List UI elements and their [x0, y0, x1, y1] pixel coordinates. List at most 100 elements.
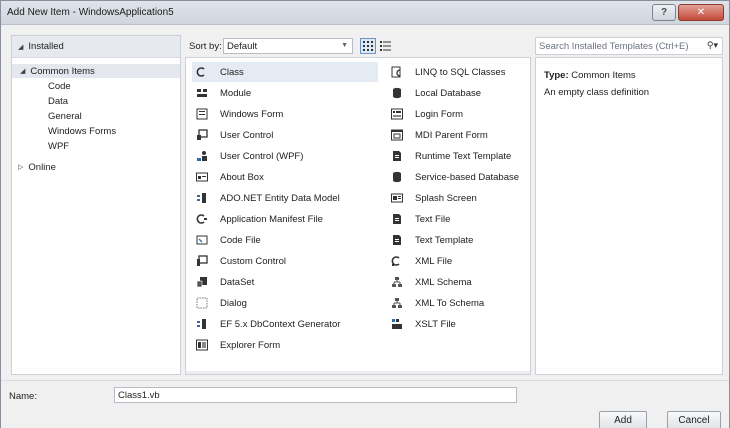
template-label: LINQ to SQL Classes [415, 66, 506, 78]
tree-label: General [48, 110, 82, 122]
template-item[interactable]: Runtime Text Template [391, 146, 511, 166]
text-template-icon [391, 234, 403, 246]
collapse-triangle-icon[interactable]: ◢ [18, 43, 23, 51]
tree-label: WPF [48, 140, 70, 152]
template-label: Splash Screen [415, 192, 477, 204]
template-item[interactable]: Dialog [192, 293, 247, 313]
template-label: Module [220, 87, 252, 99]
tree-node-common-items[interactable]: ◢ Common Items [12, 64, 180, 78]
template-label: Local Database [415, 87, 482, 99]
template-label: Login Form [415, 108, 464, 120]
medium-icons-view-button[interactable] [360, 38, 376, 54]
list-view-button[interactable] [377, 38, 393, 54]
form-icon [196, 108, 208, 120]
template-label: About Box [220, 171, 264, 183]
template-item[interactable]: Text File [391, 209, 450, 229]
help-button[interactable]: ? [652, 4, 676, 21]
template-label: DataSet [220, 276, 255, 288]
search-box: ⚲▾ [535, 37, 723, 55]
title-bar: Add New Item - WindowsApplication5 ? ✕ [1, 1, 729, 25]
template-label: Code File [220, 234, 261, 246]
tree-label: Windows Forms [48, 125, 117, 137]
template-item[interactable]: Class [192, 62, 378, 82]
type-label: Type: [544, 70, 569, 81]
template-label: User Control (WPF) [220, 150, 304, 162]
type-row: Type: Common Items [544, 70, 636, 81]
template-label: Runtime Text Template [415, 150, 512, 162]
database-icon [391, 87, 403, 99]
dbcontext-icon [196, 318, 208, 330]
manifest-icon [196, 213, 208, 225]
wpf-control-icon [196, 150, 208, 162]
template-item[interactable]: Login Form [391, 104, 463, 124]
template-item[interactable]: DataSet [192, 272, 254, 292]
template-item[interactable]: Text Template [391, 230, 473, 250]
template-label: XML Schema [415, 276, 472, 288]
collapse-triangle-icon[interactable]: ◢ [20, 67, 25, 75]
template-label: ADO.NET Entity Data Model [220, 192, 340, 204]
template-item[interactable]: User Control [192, 125, 273, 145]
xml-schema-icon [391, 276, 403, 288]
tree-label: Code [48, 80, 71, 92]
template-item[interactable]: About Box [192, 167, 264, 187]
tree-node-data[interactable]: Data [12, 94, 68, 108]
cancel-button[interactable]: Cancel [667, 411, 721, 428]
linq-icon [391, 66, 403, 78]
search-icon[interactable]: ⚲▾ [707, 40, 718, 51]
entity-model-icon [196, 192, 208, 204]
template-item[interactable]: XML To Schema [391, 293, 484, 313]
sort-by-dropdown[interactable]: Default ▼ [223, 38, 353, 54]
template-item[interactable]: Code File [192, 230, 261, 250]
tree-node-windows-forms[interactable]: Windows Forms [12, 124, 116, 138]
search-input[interactable] [539, 40, 699, 52]
type-value: Common Items [571, 70, 636, 81]
close-button[interactable]: ✕ [678, 4, 724, 21]
user-control-icon [196, 129, 208, 141]
template-item[interactable]: XML Schema [391, 272, 472, 292]
template-item[interactable]: LINQ to SQL Classes [391, 62, 505, 82]
sort-by-value: Default [227, 40, 258, 52]
template-item[interactable]: Local Database [391, 83, 481, 103]
window-title: Add New Item - WindowsApplication5 [7, 7, 174, 18]
template-item[interactable]: User Control (WPF) [192, 146, 303, 166]
sort-by-label: Sort by: [189, 40, 222, 52]
template-item[interactable]: Application Manifest File [192, 209, 323, 229]
tree-node-installed[interactable]: ◢ Installed [12, 36, 180, 58]
text-file-icon [391, 213, 403, 225]
template-item[interactable]: Splash Screen [391, 188, 477, 208]
template-label: Windows Form [220, 108, 284, 120]
template-item[interactable]: EF 5.x DbContext Generator [192, 314, 340, 334]
template-item[interactable]: Service-based Database [391, 167, 519, 187]
splash-screen-icon [391, 192, 403, 204]
name-label: Name: [9, 391, 37, 402]
template-item[interactable]: Custom Control [192, 251, 286, 271]
horizontal-scrollbar[interactable] [186, 371, 530, 374]
expand-triangle-icon[interactable]: ▷ [18, 163, 23, 171]
template-item[interactable]: XML File [391, 251, 452, 271]
template-item[interactable]: ADO.NET Entity Data Model [192, 188, 340, 208]
tree-label-online: Online [28, 161, 56, 173]
template-label: Custom Control [220, 255, 286, 267]
close-icon: ✕ [696, 7, 706, 18]
template-label: User Control [220, 129, 274, 141]
help-icon: ? [660, 7, 668, 18]
template-item[interactable]: MDI Parent Form [391, 125, 488, 145]
add-button[interactable]: Add [599, 411, 647, 428]
tree-node-code[interactable]: Code [12, 79, 71, 93]
tree-node-online[interactable]: ▷ Online [12, 160, 56, 174]
tree-node-wpf[interactable]: WPF [12, 139, 69, 153]
dialog-icon [196, 297, 208, 309]
template-label: Application Manifest File [220, 213, 323, 225]
template-item[interactable]: Module [192, 83, 251, 103]
template-label: Service-based Database [415, 171, 520, 183]
name-input[interactable] [114, 387, 517, 403]
template-label: Text Template [415, 234, 474, 246]
category-tree: ◢ Installed ◢ Common Items Code Data Gen… [11, 35, 181, 375]
add-new-item-dialog: Add New Item - WindowsApplication5 ? ✕ ◢… [0, 0, 730, 428]
template-item[interactable]: XSLT File [391, 314, 456, 334]
template-item[interactable]: Explorer Form [192, 335, 280, 355]
custom-control-icon [196, 255, 208, 267]
template-label: MDI Parent Form [415, 129, 488, 141]
tree-node-general[interactable]: General [12, 109, 82, 123]
template-item[interactable]: Windows Form [192, 104, 283, 124]
